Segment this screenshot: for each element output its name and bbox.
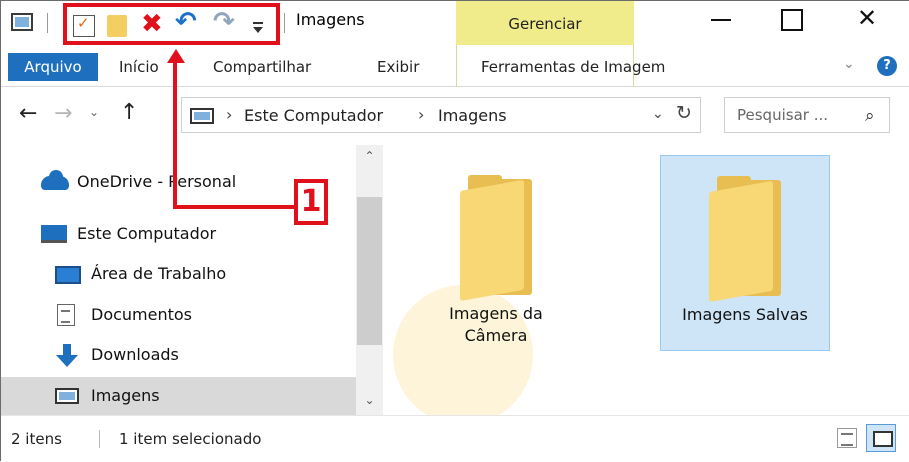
forward-arrow-icon[interactable]: → xyxy=(54,101,72,126)
properties-icon[interactable] xyxy=(73,14,95,37)
nav-item-label: OneDrive - Personal xyxy=(77,172,237,191)
folder-item-imagens-da-camera[interactable]: Imagens da Câmera xyxy=(411,155,581,351)
new-folder-icon[interactable] xyxy=(107,15,127,37)
contextual-tab-label: Gerenciar xyxy=(508,15,582,33)
annotation-line xyxy=(173,205,297,209)
up-arrow-icon[interactable]: ↑ xyxy=(120,100,138,125)
annotation-line xyxy=(173,61,177,209)
tab-exibir[interactable]: Exibir xyxy=(377,58,419,76)
separator xyxy=(284,13,285,33)
separator xyxy=(99,430,100,448)
back-arrow-icon[interactable]: ← xyxy=(19,101,37,126)
scroll-up-icon[interactable]: ⌃ xyxy=(356,149,383,163)
nav-item-imagens[interactable]: Imagens xyxy=(1,377,356,415)
status-selection: 1 item selecionado xyxy=(119,430,262,448)
folder-label: Imagens da Câmera xyxy=(449,304,543,345)
tab-arquivo[interactable]: Arquivo xyxy=(8,53,98,81)
details-view-icon[interactable] xyxy=(837,428,857,448)
refresh-icon[interactable]: ↻ xyxy=(676,102,692,124)
recent-locations-chevron-icon[interactable]: ⌄ xyxy=(89,105,99,119)
delete-icon[interactable]: ✖ xyxy=(141,10,163,38)
navigation-bar: ← → ⌄ ↑ › Este Computador › Imagens ⌄ ↻ … xyxy=(1,87,909,145)
tab-ferramentas-de-imagem[interactable]: Ferramentas de Imagem xyxy=(481,58,665,76)
annotation-badge: 1 xyxy=(294,179,328,225)
quick-access-toolbar: ✖ ↶ ↷ xyxy=(63,3,280,45)
scroll-down-icon[interactable]: ⌄ xyxy=(356,393,383,407)
folder-icon xyxy=(709,176,781,302)
folder-label: Imagens Salvas xyxy=(682,305,808,324)
large-icons-view-icon[interactable] xyxy=(866,424,896,452)
customize-dropdown-icon[interactable] xyxy=(251,15,265,35)
navigation-pane-scrollbar[interactable]: ⌃ ⌄ xyxy=(356,145,383,415)
contextual-tab-gerenciar[interactable]: Gerenciar xyxy=(456,1,634,45)
breadcrumb-imagens[interactable]: Imagens xyxy=(438,106,507,125)
desktop-icon xyxy=(55,266,81,284)
breadcrumb-separator[interactable]: › xyxy=(226,105,232,124)
help-icon[interactable]: ? xyxy=(877,56,897,76)
file-list-pane: Imagens da Câmera Imagens Salvas xyxy=(383,145,909,425)
close-button[interactable]: ✕ xyxy=(837,1,897,37)
nav-item-downloads[interactable]: Downloads xyxy=(1,336,356,374)
folder-item-imagens-salvas[interactable]: Imagens Salvas xyxy=(660,155,830,351)
breadcrumb-separator[interactable]: › xyxy=(418,105,424,124)
nav-item-area-de-trabalho[interactable]: Área de Trabalho xyxy=(1,255,356,293)
breadcrumb-este-computador[interactable]: Este Computador xyxy=(244,106,383,125)
undo-icon[interactable]: ↶ xyxy=(175,8,197,36)
explorer-window: ✖ ↶ ↷ Imagens Gerenciar ✕ Arquivo Início… xyxy=(0,0,909,462)
address-dropdown-icon[interactable]: ⌄ xyxy=(652,106,664,122)
redo-icon[interactable]: ↷ xyxy=(213,8,235,36)
tab-inicio[interactable]: Início xyxy=(119,58,159,76)
search-box[interactable]: ⌕ xyxy=(724,97,890,133)
window-title: Imagens xyxy=(296,10,365,29)
title-bar: ✖ ↶ ↷ Imagens Gerenciar ✕ xyxy=(1,1,909,45)
folder-icon xyxy=(460,175,532,301)
minimize-button[interactable] xyxy=(691,1,751,37)
search-input[interactable] xyxy=(735,104,855,126)
ribbon-tabs: Arquivo Início Compartilhar Exibir Ferra… xyxy=(1,45,909,87)
scroll-thumb[interactable] xyxy=(357,197,382,345)
pictures-location-icon xyxy=(190,108,214,124)
downloads-icon xyxy=(55,344,79,368)
nav-item-label: Imagens xyxy=(91,386,160,405)
status-bar: 2 itens 1 item selecionado xyxy=(1,415,909,462)
nav-item-label: Downloads xyxy=(91,345,179,364)
computer-icon xyxy=(41,225,67,243)
status-item-count: 2 itens xyxy=(11,430,62,448)
expand-ribbon-chevron-icon[interactable]: ⌄ xyxy=(843,56,855,72)
explorer-app-icon[interactable] xyxy=(11,13,33,31)
tab-compartilhar[interactable]: Compartilhar xyxy=(213,58,311,76)
nav-item-documentos[interactable]: Documentos xyxy=(1,296,356,334)
nav-item-label: Este Computador xyxy=(77,224,217,243)
onedrive-cloud-icon xyxy=(41,170,69,190)
search-icon[interactable]: ⌕ xyxy=(865,106,875,126)
nav-item-label: Área de Trabalho xyxy=(91,264,227,283)
separator xyxy=(47,13,48,33)
address-bar[interactable]: › Este Computador › Imagens ⌄ ↻ xyxy=(181,97,701,133)
nav-item-label: Documentos xyxy=(91,305,193,324)
maximize-button[interactable] xyxy=(761,1,821,37)
documents-icon xyxy=(57,304,75,326)
pictures-icon xyxy=(55,388,79,404)
